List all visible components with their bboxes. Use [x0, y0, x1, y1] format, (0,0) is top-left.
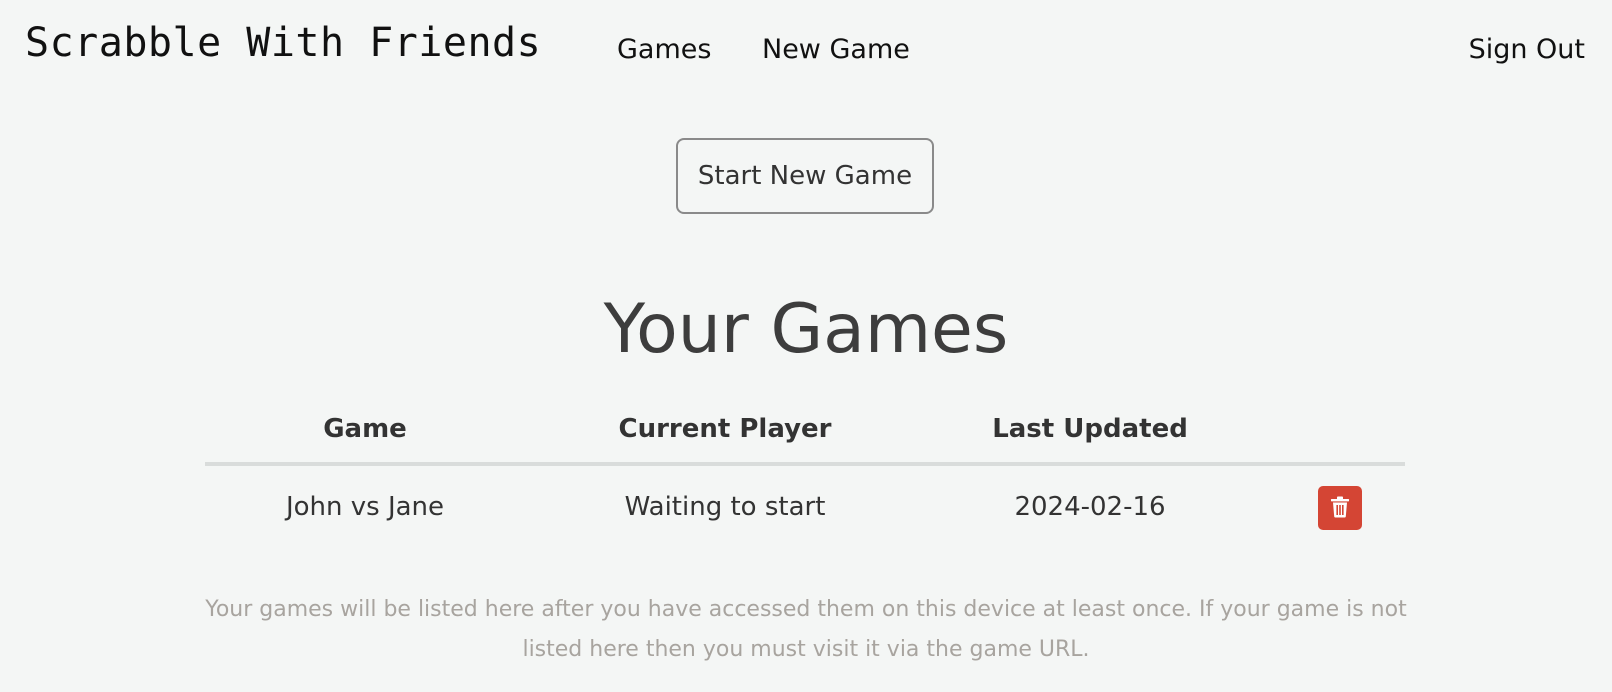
sign-out-link[interactable]: Sign Out — [1469, 34, 1585, 65]
table-header: Game Current Player Last Updated — [205, 400, 1405, 466]
header-last-updated: Last Updated — [992, 414, 1188, 444]
cell-last-updated: 2024-02-16 — [1014, 492, 1166, 522]
navbar: Scrabble With Friends Games New Game Sig… — [0, 0, 1612, 100]
brand-logo[interactable]: Scrabble With Friends — [25, 20, 541, 66]
table-row[interactable]: John vs Jane Waiting to start 2024-02-16 — [205, 466, 1405, 548]
cell-game[interactable]: John vs Jane — [205, 466, 525, 548]
games-table: Game Current Player Last Updated John vs… — [205, 400, 1405, 548]
games-footnote: Your games will be listed here after you… — [205, 597, 1407, 662]
nav-link-games[interactable]: Games — [617, 34, 711, 65]
header-game: Game — [323, 414, 407, 444]
start-new-game-button[interactable]: Start New Game — [676, 138, 934, 214]
trash-icon — [1330, 496, 1350, 521]
nav-link-new-game[interactable]: New Game — [762, 34, 910, 65]
delete-game-button[interactable] — [1318, 486, 1362, 530]
header-current-player: Current Player — [618, 414, 832, 444]
page-title: Your Games — [603, 290, 1009, 369]
cell-current-player: Waiting to start — [624, 492, 826, 522]
